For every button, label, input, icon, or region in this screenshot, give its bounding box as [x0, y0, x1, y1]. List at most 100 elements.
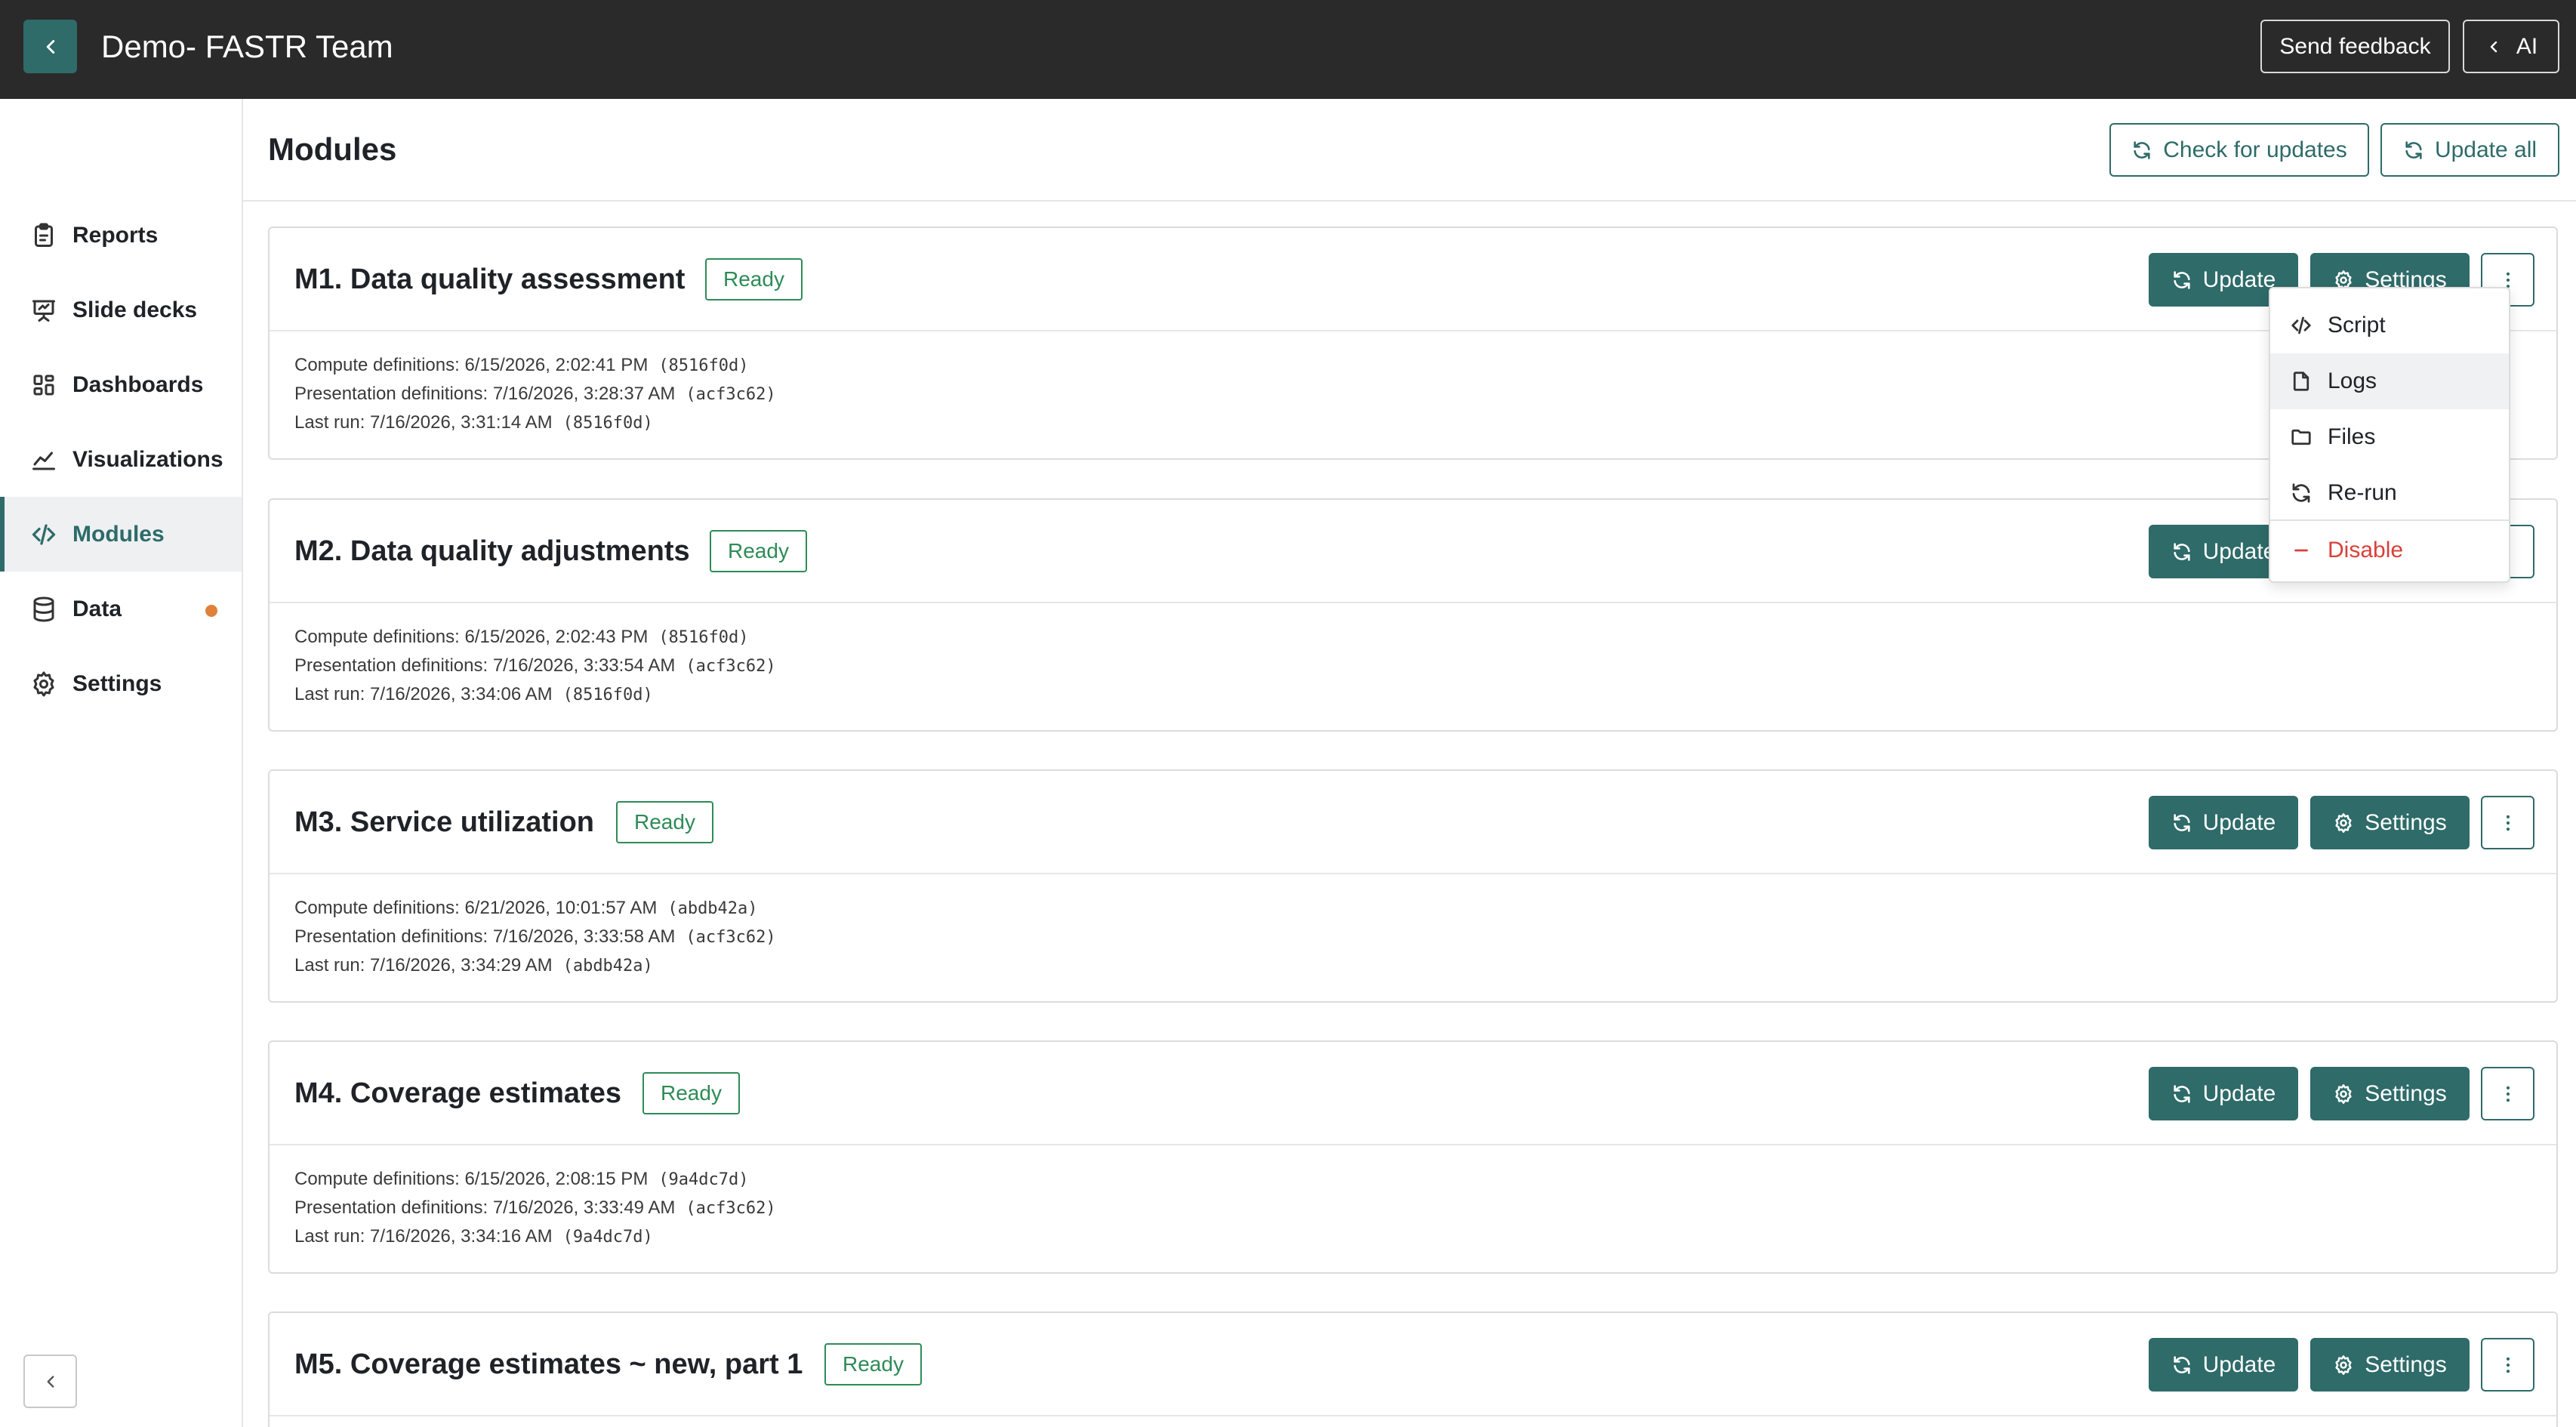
sidebar-item-label: Slide decks [72, 297, 198, 322]
commit-hash: (abdb42a) [562, 957, 653, 975]
module-card-header: M4. Coverage estimates Ready Update Sett… [270, 1042, 2556, 1145]
compute-definitions: Compute definitions: 6/15/2026, 2:02:43 … [294, 627, 749, 647]
more-options-button[interactable] [2481, 1067, 2534, 1120]
sidebar-item-dashboards[interactable]: Dashboards [0, 347, 242, 422]
settings-button[interactable]: Settings [2310, 1067, 2470, 1120]
commit-hash: (acf3c62) [686, 1199, 776, 1218]
menu-item-label: Script [2328, 313, 2386, 337]
sidebar: Reports Slide decks Dashboards Visualiza… [0, 99, 243, 1427]
more-options-button[interactable] [2481, 1338, 2534, 1392]
code-icon [32, 523, 56, 545]
commit-hash: (acf3c62) [686, 657, 776, 676]
status-badge: Ready [616, 801, 713, 843]
commit-hash: (9a4dc7d) [562, 1228, 653, 1247]
status-badge: Ready [824, 1343, 922, 1385]
gear-icon [2335, 812, 2352, 833]
chevron-left-icon [46, 39, 54, 54]
page-title: Modules [268, 131, 397, 167]
sidebar-item-label: Dashboards [72, 371, 204, 397]
update-label: Update [2202, 1351, 2276, 1377]
settings-button[interactable]: Settings [2310, 1338, 2470, 1392]
minus-icon [2294, 549, 2308, 552]
menu-item-files[interactable]: Files [2270, 409, 2509, 465]
commit-hash: (8516f0d) [562, 686, 653, 704]
commit-hash: (9a4dc7d) [658, 1170, 749, 1189]
top-bar: Demo- FASTR Team Send feedback AI [0, 0, 2576, 99]
module-card-header: M2. Data quality adjustments Ready Updat… [270, 500, 2556, 603]
module-title: M4. Coverage estimates [294, 1077, 621, 1109]
menu-item-script[interactable]: Script [2270, 297, 2509, 353]
presentation-icon [32, 300, 55, 322]
folder-icon [2291, 429, 2311, 445]
commit-hash: (8516f0d) [562, 414, 653, 433]
sidebar-item-label: Modules [72, 521, 165, 547]
module-details: Compute definitions: 6/15/2026, 2:02:43 … [294, 623, 776, 709]
code-icon [2291, 316, 2311, 334]
module-card: M4. Coverage estimates Ready Update Sett… [268, 1040, 2558, 1274]
module-card: M5. Coverage estimates ~ new, part 1 Rea… [268, 1311, 2558, 1427]
status-badge: Ready [705, 258, 803, 301]
app-title: Demo- FASTR Team [101, 29, 393, 64]
commit-hash: (acf3c62) [686, 928, 776, 947]
check-updates-button[interactable]: Check for updates [2109, 123, 2369, 177]
chart-line-icon [32, 452, 55, 470]
update-button[interactable]: Update [2149, 1338, 2298, 1392]
sidebar-item-label: Settings [72, 670, 162, 696]
menu-item-label: Re-run [2328, 480, 2397, 505]
module-options-menu: Script Logs Files Re-run Disable [2269, 287, 2510, 583]
sidebar-item-label: Data [72, 596, 122, 621]
refresh-icon [2134, 140, 2150, 159]
menu-item-label: Disable [2328, 538, 2404, 562]
module-title: M5. Coverage estimates ~ new, part 1 [294, 1348, 803, 1380]
ai-panel-button[interactable]: AI [2463, 20, 2559, 73]
sidebar-item-slide-decks[interactable]: Slide decks [0, 273, 242, 347]
last-run: Last run: 7/16/2026, 3:34:16 AM (9a4dc7d) [294, 1226, 653, 1247]
last-run: Last run: 7/16/2026, 3:34:29 AM (abdb42a) [294, 955, 653, 975]
update-label: Update [2202, 538, 2276, 564]
settings-label: Settings [2365, 809, 2447, 835]
menu-item-disable[interactable]: Disable [2270, 522, 2509, 578]
update-button[interactable]: Update [2149, 796, 2298, 849]
header-divider [243, 200, 2576, 202]
settings-button[interactable]: Settings [2310, 796, 2470, 849]
module-card-header: M3. Service utilization Ready Update Set… [270, 771, 2556, 874]
sidebar-item-visualizations[interactable]: Visualizations [0, 422, 242, 497]
commit-hash: (8516f0d) [658, 628, 749, 647]
gear-icon [2335, 1355, 2352, 1375]
menu-item-rerun[interactable]: Re-run [2270, 465, 2509, 521]
more-vertical-icon [2506, 1357, 2510, 1373]
update-label: Update [2202, 267, 2276, 292]
sidebar-item-modules[interactable]: Modules [0, 497, 242, 572]
update-all-label: Update all [2434, 137, 2537, 162]
sidebar-item-reports[interactable]: Reports [0, 198, 242, 273]
sidebar-item-label: Visualizations [72, 446, 223, 472]
database-icon [33, 596, 54, 621]
more-options-button[interactable] [2481, 796, 2534, 849]
last-run: Last run: 7/16/2026, 3:31:14 AM (8516f0d) [294, 412, 653, 433]
presentation-definitions: Presentation definitions: 7/16/2026, 3:3… [294, 1197, 776, 1218]
refresh-icon [2174, 1084, 2190, 1103]
back-button[interactable] [23, 20, 77, 73]
refresh-icon [2292, 483, 2310, 503]
update-all-button[interactable]: Update all [2380, 123, 2559, 177]
sidebar-item-settings[interactable]: Settings [0, 646, 242, 721]
settings-label: Settings [2365, 1351, 2447, 1377]
compute-definitions: Compute definitions: 6/15/2026, 2:08:15 … [294, 1169, 749, 1189]
module-card: M1. Data quality assessment Ready Update… [268, 227, 2558, 460]
chevron-left-icon [47, 1375, 54, 1388]
module-title: M2. Data quality adjustments [294, 535, 690, 567]
update-button[interactable]: Update [2149, 1067, 2298, 1120]
status-badge: Ready [642, 1072, 740, 1114]
refresh-icon [2174, 542, 2190, 561]
collapse-sidebar-button[interactable] [23, 1355, 77, 1408]
sidebar-item-data[interactable]: Data [0, 572, 242, 646]
gear-icon [2335, 1083, 2352, 1104]
menu-divider [2270, 519, 2509, 521]
settings-label: Settings [2365, 1080, 2447, 1106]
file-icon [2293, 371, 2309, 391]
send-feedback-button[interactable]: Send feedback [2260, 20, 2450, 73]
compute-definitions: Compute definitions: 6/15/2026, 2:02:41 … [294, 355, 749, 375]
sidebar-item-label: Reports [72, 222, 159, 248]
menu-item-logs[interactable]: Logs [2270, 353, 2509, 409]
presentation-definitions: Presentation definitions: 7/16/2026, 3:3… [294, 655, 776, 676]
